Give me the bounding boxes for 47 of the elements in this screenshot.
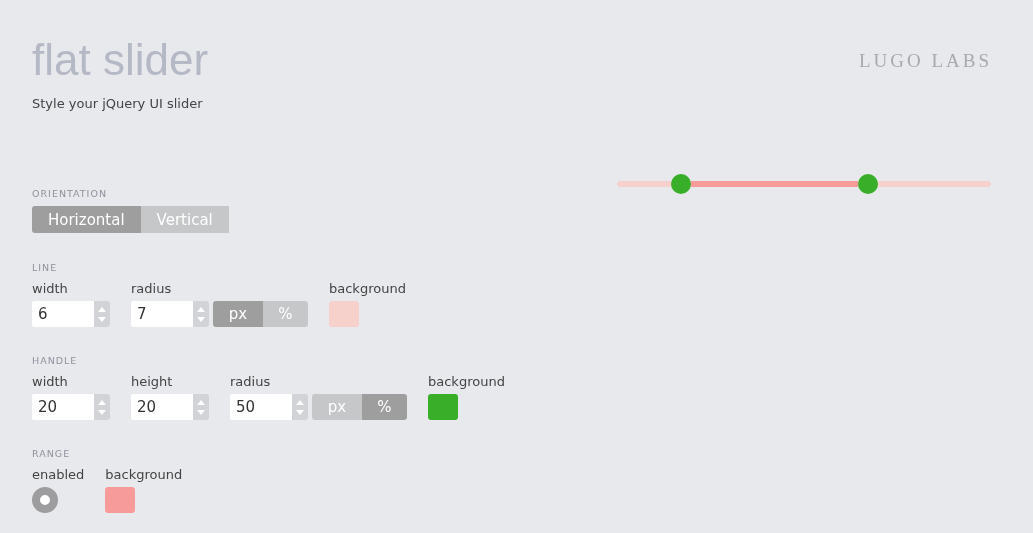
section-label: RANGE xyxy=(32,448,72,459)
section-label: ORIENTATION xyxy=(32,188,108,199)
field-label: radius xyxy=(131,281,173,297)
section-label: LINE xyxy=(32,262,59,273)
down-caret-icon xyxy=(296,409,304,415)
up-caret-icon xyxy=(296,399,304,405)
field-label: enabled xyxy=(32,467,85,483)
slider-handle[interactable] xyxy=(857,174,878,194)
color-swatch[interactable] xyxy=(105,487,136,513)
down-caret-icon xyxy=(197,316,205,322)
section-label: HANDLE xyxy=(32,355,79,366)
up-caret-icon xyxy=(197,306,205,312)
radio-button[interactable] xyxy=(32,487,58,513)
down-caret-icon xyxy=(98,316,106,322)
input-field[interactable]: 50 xyxy=(230,394,292,420)
field-label: background xyxy=(428,374,505,390)
spinner-button[interactable] xyxy=(94,394,110,420)
field-label: height xyxy=(131,374,174,390)
field-label: width xyxy=(32,281,69,297)
logo: LUGO LABS xyxy=(858,50,992,72)
field-label: background xyxy=(105,467,183,483)
slider-handle[interactable] xyxy=(670,174,691,194)
field-label: width xyxy=(32,374,69,390)
subtitle: Style your jQuery UI slider xyxy=(32,96,204,111)
input-field[interactable]: 7 xyxy=(131,301,193,327)
color-swatch[interactable] xyxy=(329,301,359,327)
spinner-button[interactable] xyxy=(292,394,308,420)
color-swatch[interactable] xyxy=(428,394,458,420)
down-caret-icon xyxy=(98,409,106,415)
unit-toggle[interactable]: px xyxy=(213,301,263,327)
spinner-button[interactable] xyxy=(193,301,209,327)
orientation-toggle[interactable]: Vertical xyxy=(140,206,229,233)
unit-toggle[interactable]: % xyxy=(362,394,407,420)
input-field[interactable]: 6 xyxy=(32,301,94,327)
spinner-button[interactable] xyxy=(193,394,209,420)
up-caret-icon xyxy=(98,306,106,312)
input-field[interactable]: 20 xyxy=(131,394,193,420)
field-label: radius xyxy=(230,374,272,390)
input-field[interactable]: 20 xyxy=(32,394,94,420)
up-caret-icon xyxy=(197,399,205,405)
up-caret-icon xyxy=(98,399,106,405)
orientation-toggle[interactable]: Horizontal xyxy=(32,206,141,233)
spinner-button[interactable] xyxy=(94,301,110,327)
unit-toggle[interactable]: px xyxy=(312,394,362,420)
unit-toggle[interactable]: % xyxy=(263,301,308,327)
down-caret-icon xyxy=(197,409,205,415)
field-label: background xyxy=(329,281,406,297)
